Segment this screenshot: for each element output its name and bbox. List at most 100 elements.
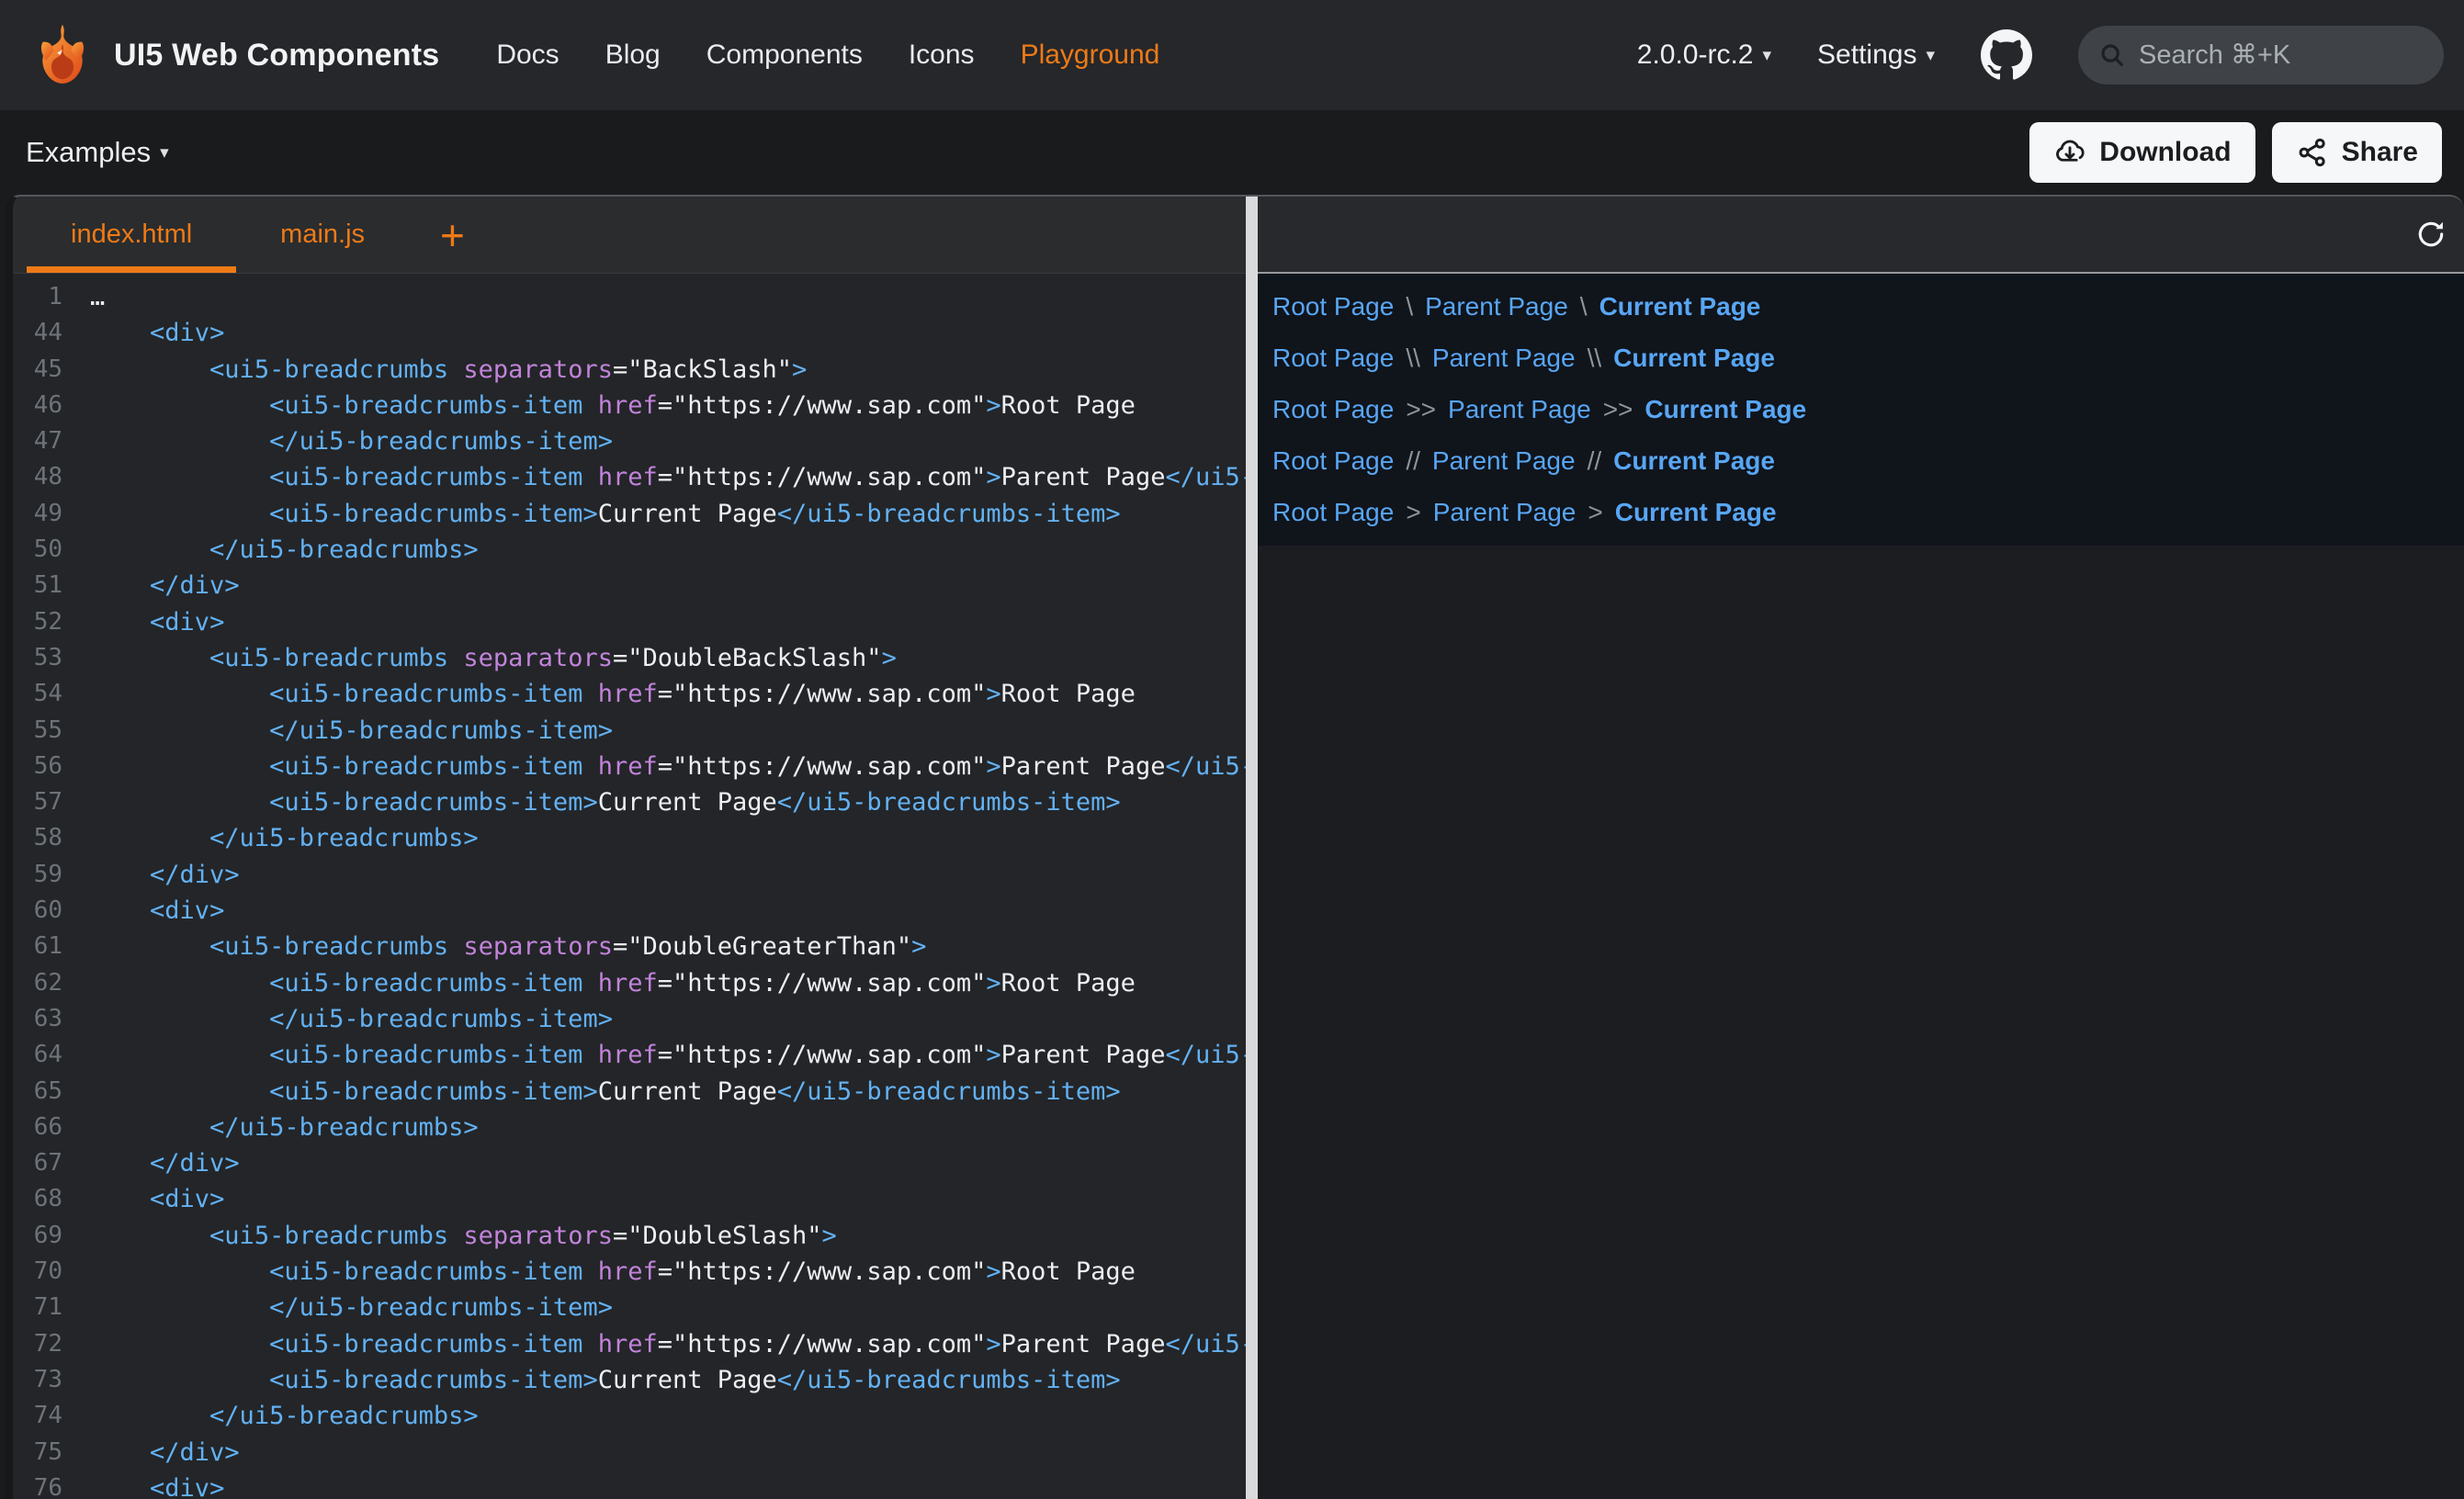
nav-link-icons[interactable]: Icons <box>909 39 975 71</box>
pane-divider[interactable] <box>1246 197 1258 1499</box>
toolbar-actions: Download Share <box>2029 122 2442 183</box>
line-number: 72 <box>13 1326 90 1362</box>
code-line: 68 <div> <box>13 1181 1246 1217</box>
code-line: 69 <ui5-breadcrumbs separators="DoubleSl… <box>13 1218 1246 1254</box>
code-line-text: <ui5-breadcrumbs-item href="https://www.… <box>90 749 1246 784</box>
line-number: 47 <box>13 423 90 459</box>
line-number: 51 <box>13 568 90 603</box>
code-line-text: <ui5-breadcrumbs separators="DoubleGreat… <box>90 929 926 964</box>
code-line-text: <ui5-breadcrumbs-item href="https://www.… <box>90 1037 1246 1073</box>
line-number: 48 <box>13 459 90 495</box>
line-number: 69 <box>13 1218 90 1254</box>
nav-link-playground[interactable]: Playground <box>1021 39 1160 71</box>
code-line: 47 </ui5-breadcrumbs-item> <box>13 423 1246 459</box>
breadcrumb-row: Root Page\\Parent Page\\Current Page <box>1272 332 2464 384</box>
github-link[interactable] <box>1981 29 2032 81</box>
code-line: 46 <ui5-breadcrumbs-item href="https://w… <box>13 388 1246 423</box>
breadcrumb-link[interactable]: Root Page <box>1272 292 1394 321</box>
refresh-button[interactable] <box>2414 218 2447 251</box>
breadcrumb-link[interactable]: Root Page <box>1272 446 1394 476</box>
download-button[interactable]: Download <box>2029 122 2255 183</box>
line-number: 59 <box>13 857 90 893</box>
breadcrumb-current: Current Page <box>1615 498 1777 527</box>
nav-link-blog[interactable]: Blog <box>605 39 661 71</box>
line-number: 58 <box>13 820 90 856</box>
code-line-text: <ui5-breadcrumbs-item href="https://www.… <box>90 1254 1136 1290</box>
playground-surface: index.htmlmain.js + 1…44 <div>45 <ui5-bre… <box>6 195 2464 1499</box>
breadcrumb-separator: \ <box>1580 292 1588 321</box>
share-label: Share <box>2342 137 2418 168</box>
breadcrumb-row: Root Page\Parent Page\Current Page <box>1272 281 2464 332</box>
breadcrumb-link[interactable]: Parent Page <box>1448 395 1591 424</box>
code-line-text: </div> <box>90 1145 240 1181</box>
code-line: 52 <div> <box>13 604 1246 640</box>
settings-menu[interactable]: Settings ▾ <box>1817 39 1935 71</box>
breadcrumb-link[interactable]: Root Page <box>1272 344 1394 373</box>
github-icon <box>1981 29 2032 81</box>
breadcrumb-link[interactable]: Parent Page <box>1432 344 1576 373</box>
breadcrumb-separator: > <box>1406 498 1420 527</box>
share-button[interactable]: Share <box>2272 122 2442 183</box>
code-line: 59 </div> <box>13 857 1246 893</box>
breadcrumb-link[interactable]: Root Page <box>1272 395 1394 424</box>
line-number: 75 <box>13 1435 90 1471</box>
settings-label: Settings <box>1817 39 1916 71</box>
examples-menu[interactable]: Examples ▾ <box>26 136 169 169</box>
line-number: 54 <box>13 676 90 712</box>
editor-tabbar: index.htmlmain.js + <box>13 197 1246 274</box>
code-line-text: <div> <box>90 1181 224 1217</box>
breadcrumb-link[interactable]: Parent Page <box>1432 446 1576 476</box>
refresh-icon <box>2414 218 2447 251</box>
code-line-text: </ui5-breadcrumbs-item> <box>90 423 613 459</box>
download-label: Download <box>2099 137 2231 168</box>
breadcrumb-link[interactable]: Parent Page <box>1425 292 1568 321</box>
code-line: 56 <ui5-breadcrumbs-item href="https://w… <box>13 749 1246 784</box>
line-number: 68 <box>13 1181 90 1217</box>
breadcrumb-separator: // <box>1406 446 1420 476</box>
code-line-text: <ui5-breadcrumbs separators="DoubleBackS… <box>90 640 897 676</box>
code-line-text: <ui5-breadcrumbs-item href="https://www.… <box>90 965 1136 1001</box>
code-line: 61 <ui5-breadcrumbs separators="DoubleGr… <box>13 929 1246 964</box>
tab-main-js[interactable]: main.js <box>236 197 409 273</box>
code-line-text: <ui5-breadcrumbs separators="DoubleSlash… <box>90 1218 837 1254</box>
phoenix-logo-icon <box>28 20 97 90</box>
top-navbar: UI5 Web Components Docs Blog Components Ico… <box>0 0 2464 110</box>
line-number: 55 <box>13 713 90 749</box>
code-line: 50 </ui5-breadcrumbs> <box>13 532 1246 568</box>
plus-icon: + <box>440 210 465 260</box>
breadcrumb-separator: >> <box>1603 395 1633 424</box>
nav-link-docs[interactable]: Docs <box>496 39 559 71</box>
breadcrumbs-demo-area: Root Page\Parent Page\Current PageRoot P… <box>1258 274 2464 546</box>
search-input[interactable] <box>2139 40 2424 71</box>
code-line: 53 <ui5-breadcrumbs separators="DoubleBa… <box>13 640 1246 676</box>
code-line: 55 </ui5-breadcrumbs-item> <box>13 713 1246 749</box>
brand-link[interactable]: UI5 Web Components <box>28 20 439 90</box>
code-line-text: <ui5-breadcrumbs-item>Current Page</ui5-… <box>90 496 1121 532</box>
code-line-text: </div> <box>90 857 240 893</box>
line-number: 70 <box>13 1254 90 1290</box>
breadcrumb-link[interactable]: Parent Page <box>1433 498 1577 527</box>
add-tab-button[interactable]: + <box>416 197 489 273</box>
chevron-down-icon: ▾ <box>1926 45 1935 66</box>
code-line-text: <div> <box>90 893 224 929</box>
code-line: 65 <ui5-breadcrumbs-item>Current Page</u… <box>13 1074 1246 1110</box>
line-number: 52 <box>13 604 90 640</box>
code-line-text: </ui5-breadcrumbs> <box>90 820 479 856</box>
code-line-text: <div> <box>90 315 224 351</box>
breadcrumb-current: Current Page <box>1613 446 1775 476</box>
chevron-down-icon: ▾ <box>1763 45 1772 66</box>
breadcrumb-link[interactable]: Root Page <box>1272 498 1394 527</box>
code-line-text: <div> <box>90 1471 224 1499</box>
line-number: 60 <box>13 893 90 929</box>
code-line-text: </div> <box>90 1435 240 1471</box>
line-number: 64 <box>13 1037 90 1073</box>
code-line: 67 </div> <box>13 1145 1246 1181</box>
line-number: 1 <box>13 279 90 315</box>
line-number: 65 <box>13 1074 90 1110</box>
code-editor[interactable]: 1…44 <div>45 <ui5-breadcrumbs separators… <box>13 274 1246 1499</box>
line-number: 76 <box>13 1471 90 1499</box>
tab-index-html[interactable]: index.html <box>27 197 236 273</box>
code-line: 73 <ui5-breadcrumbs-item>Current Page</u… <box>13 1362 1246 1398</box>
nav-link-components[interactable]: Components <box>706 39 863 71</box>
version-menu[interactable]: 2.0.0-rc.2 ▾ <box>1637 39 1771 71</box>
